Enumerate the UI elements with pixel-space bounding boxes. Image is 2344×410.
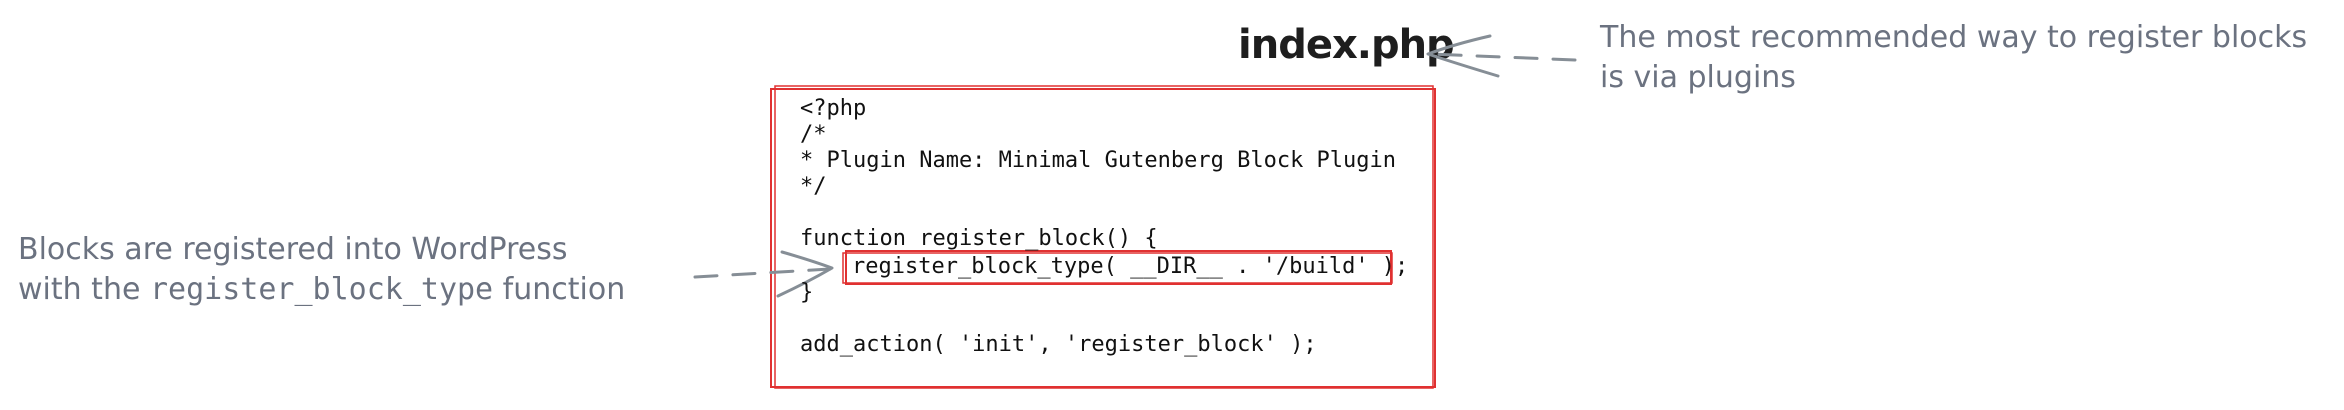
code-line: * Plugin Name: Minimal Gutenberg Block P… (800, 148, 1397, 173)
code-line: */ (800, 174, 827, 199)
plugins-arrow (1426, 34, 1577, 78)
code-line: function register_block() { (800, 226, 1158, 251)
code-line: <?php (800, 96, 867, 121)
code-line-highlighted: register_block_type( __DIR__ . '/build' … (852, 254, 1409, 279)
code-line: add_action( 'init', 'register_block' ); (800, 332, 1317, 357)
code-line: /* (800, 122, 827, 147)
code-line: } (800, 280, 814, 305)
